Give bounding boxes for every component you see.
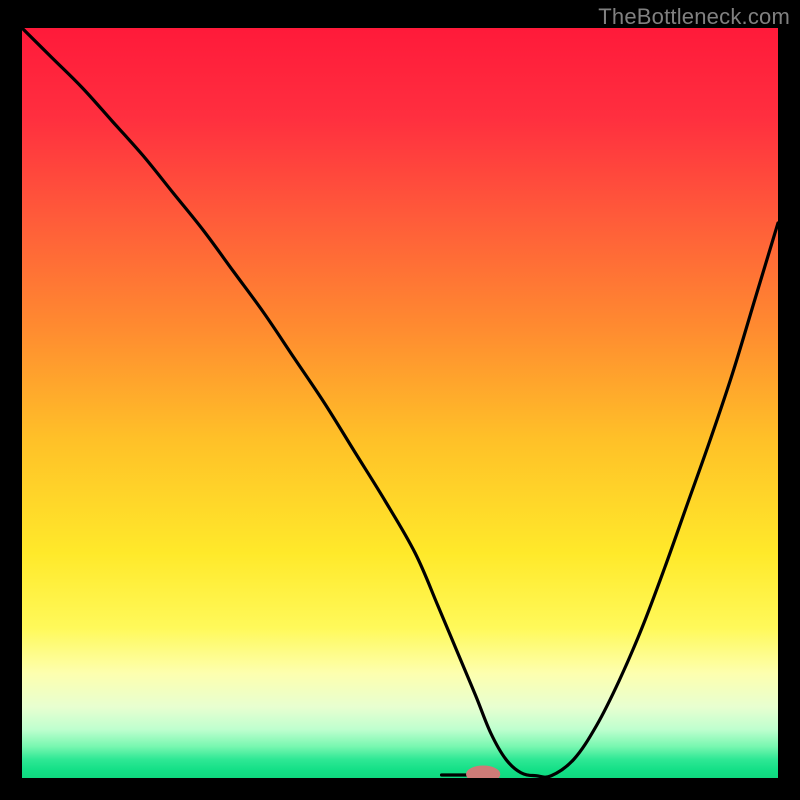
gradient-background — [22, 28, 778, 778]
plot-area — [22, 28, 778, 778]
chart-frame: TheBottleneck.com — [0, 0, 800, 800]
bottleneck-chart — [22, 28, 778, 778]
watermark-text: TheBottleneck.com — [598, 4, 790, 30]
